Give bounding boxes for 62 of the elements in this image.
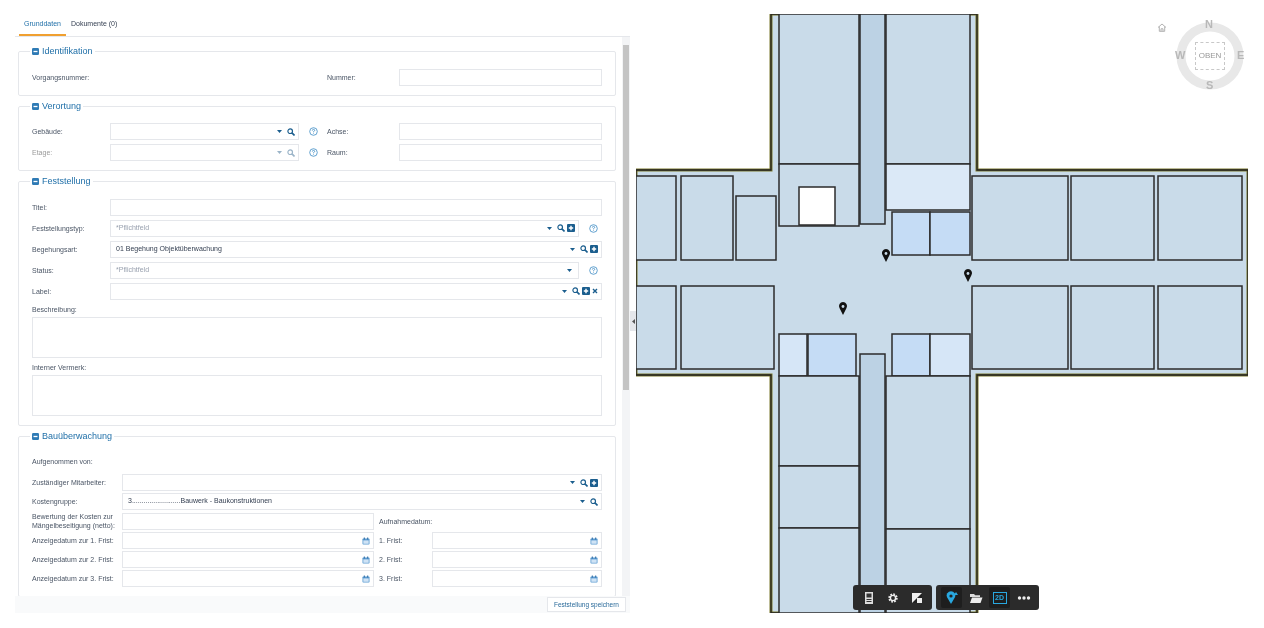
collapse-handle[interactable] bbox=[630, 311, 636, 331]
add-icon[interactable] bbox=[567, 224, 575, 232]
input-field[interactable] bbox=[122, 512, 374, 530]
section-title: Verortung bbox=[42, 99, 82, 113]
caret-icon[interactable] bbox=[580, 500, 585, 503]
calendar-icon[interactable] bbox=[362, 536, 370, 545]
section-title: Bauüberwachung bbox=[42, 429, 113, 443]
collapse-icon[interactable] bbox=[32, 102, 39, 110]
help-icon[interactable] bbox=[589, 265, 598, 275]
date-field[interactable] bbox=[432, 570, 602, 587]
caret-icon[interactable] bbox=[570, 481, 575, 484]
date-field[interactable] bbox=[432, 532, 602, 549]
caret-icon[interactable] bbox=[547, 226, 552, 230]
dropdown-field[interactable] bbox=[110, 123, 299, 140]
scrollbar[interactable] bbox=[622, 37, 630, 596]
collapse-icon[interactable] bbox=[32, 48, 39, 56]
calendar-icon[interactable] bbox=[362, 574, 370, 583]
search-icon[interactable] bbox=[590, 497, 598, 506]
compass-direction: W bbox=[1175, 49, 1186, 61]
close-icon[interactable] bbox=[592, 288, 598, 294]
input-field[interactable] bbox=[399, 68, 602, 86]
compass-direction: E bbox=[1237, 49, 1245, 61]
map-pin-icon[interactable] bbox=[882, 249, 890, 262]
input-field[interactable] bbox=[399, 123, 602, 140]
date-field[interactable] bbox=[122, 551, 374, 568]
calendar-icon[interactable] bbox=[590, 574, 598, 583]
settings-icon bbox=[885, 590, 900, 605]
map-pin-icon[interactable] bbox=[839, 302, 847, 315]
caret-icon[interactable] bbox=[277, 130, 282, 133]
calendar-icon[interactable] bbox=[590, 536, 598, 545]
map-pin-icon[interactable] bbox=[964, 269, 972, 282]
date-field[interactable] bbox=[122, 570, 374, 587]
date-field[interactable] bbox=[122, 532, 374, 549]
section-title: Identifikation bbox=[42, 45, 93, 58]
caret-icon[interactable] bbox=[562, 289, 567, 293]
calendar-icon[interactable] bbox=[590, 555, 598, 564]
add-icon[interactable] bbox=[590, 245, 598, 253]
search-icon[interactable] bbox=[580, 478, 588, 487]
input-field[interactable] bbox=[399, 144, 602, 161]
dropdown-field[interactable] bbox=[122, 474, 602, 491]
dropdown-field[interactable] bbox=[110, 282, 602, 300]
date-field[interactable] bbox=[432, 551, 602, 568]
search-icon[interactable] bbox=[580, 245, 588, 253]
caret-icon[interactable] bbox=[567, 268, 572, 272]
scrollbar-thumb[interactable] bbox=[623, 45, 629, 390]
add-icon[interactable] bbox=[582, 287, 590, 295]
calendar-icon[interactable] bbox=[362, 555, 370, 564]
contrast-icon bbox=[909, 590, 924, 605]
input-field[interactable] bbox=[110, 198, 602, 216]
section-title: Feststellung bbox=[42, 175, 91, 188]
search-icon[interactable] bbox=[557, 224, 565, 232]
add-icon[interactable] bbox=[590, 478, 598, 487]
collapse-icon[interactable] bbox=[32, 178, 39, 186]
collapse-icon[interactable] bbox=[32, 432, 39, 440]
help-icon[interactable] bbox=[589, 223, 598, 233]
map-pin-icon bbox=[944, 590, 959, 605]
search-icon[interactable] bbox=[572, 287, 580, 295]
caret-icon[interactable] bbox=[570, 247, 575, 251]
help-icon[interactable] bbox=[309, 127, 318, 136]
search-icon[interactable] bbox=[287, 127, 295, 136]
toolbar-button[interactable] bbox=[941, 587, 962, 608]
compass-direction: N bbox=[1205, 18, 1213, 30]
